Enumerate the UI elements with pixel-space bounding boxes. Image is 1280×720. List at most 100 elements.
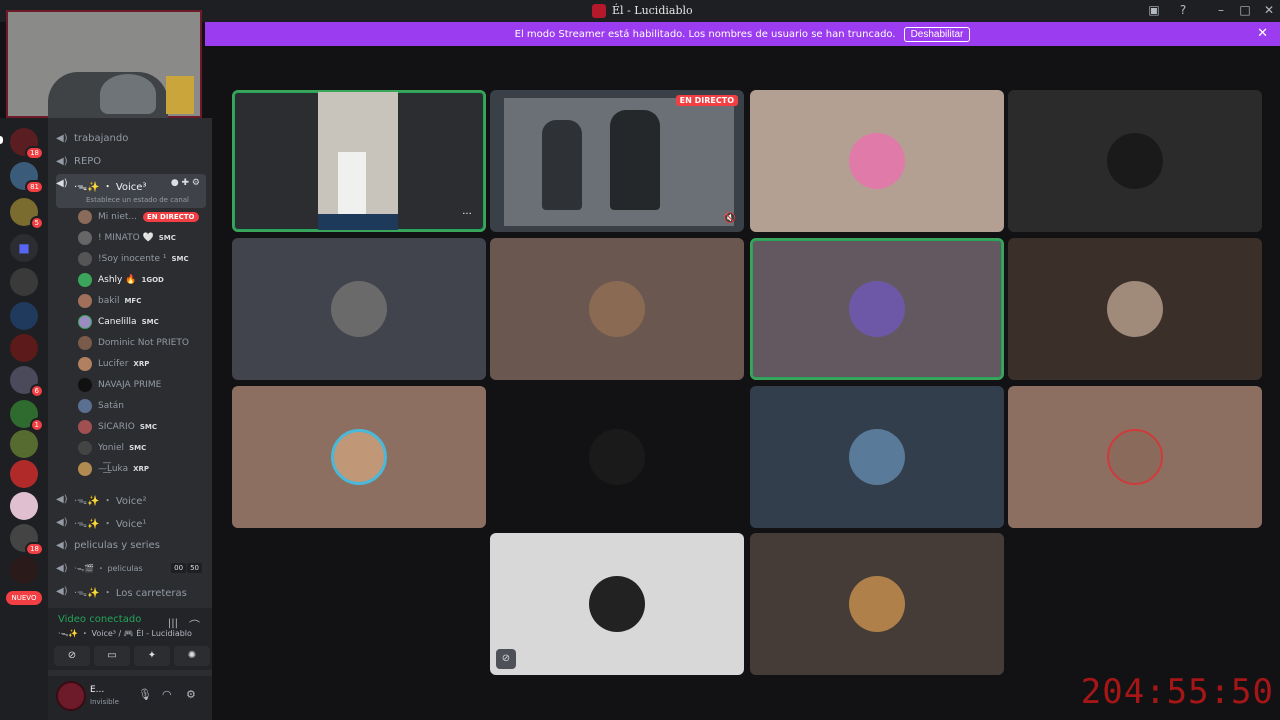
voice-member[interactable]: bakil MFC <box>78 291 208 311</box>
channel-name: ·ᯓ✨ ・ Voice³ <box>74 182 147 193</box>
voice-member[interactable]: Yoniel SMC <box>78 438 208 458</box>
channel-status[interactable]: Establece un estado de canal <box>86 196 189 204</box>
video-tile-avatar[interactable] <box>232 238 486 380</box>
video-tile-avatar[interactable] <box>1008 90 1262 232</box>
video-tile-avatar[interactable] <box>750 533 1004 675</box>
server-icon[interactable] <box>10 556 38 584</box>
server-icon[interactable]: 18 <box>10 524 44 556</box>
speaker-icon: ◀) <box>56 562 68 574</box>
voice-member[interactable]: Satán <box>78 396 208 416</box>
member-tag: XRP <box>133 465 150 473</box>
banner-message: El modo Streamer está habilitado. Los no… <box>514 28 896 40</box>
voice-member[interactable]: Canelilla SMC <box>78 312 208 332</box>
noise-suppression-icon[interactable]: ||| <box>168 618 178 629</box>
user-limit-badge: 00 50 <box>171 563 202 573</box>
avatar[interactable] <box>56 681 86 711</box>
video-tile-avatar[interactable]: ⊘ <box>490 533 744 675</box>
channel-name: REPO <box>74 155 102 167</box>
activities-button[interactable]: ✦ <box>134 646 170 666</box>
voice-channel[interactable]: ◀) REPO <box>56 151 206 171</box>
close-icon[interactable]: ✕ <box>1257 26 1268 41</box>
video-tile-avatar[interactable] <box>1008 238 1262 380</box>
help-icon[interactable]: ? <box>1173 3 1193 17</box>
disable-streamer-button[interactable]: Deshabilitar <box>903 26 971 42</box>
voice-channel[interactable]: ◀) ·ᯓ✨ ・ Voice¹ <box>56 512 206 532</box>
speaker-icon: ◀) <box>56 516 68 528</box>
video-tile-avatar[interactable] <box>750 90 1004 232</box>
voice-channel[interactable]: ◀) ·ᯓ✨ ・ Los carreteras <box>56 581 206 601</box>
speaker-icon: ◀) <box>56 155 68 167</box>
video-tile-camera[interactable]: ··· <box>232 90 486 232</box>
server-icon[interactable]: 6 <box>10 366 44 398</box>
voice-channel[interactable]: ◀) ·ᯓ✨ ・ Voice² <box>56 489 206 509</box>
speaker-icon: ◀) <box>56 178 68 189</box>
maximize-button[interactable]: □ <box>1235 3 1255 17</box>
channel-sidebar: ◀) trabajando ◀) REPO ◀) ·ᯓ✨ ・ Voice³ ● ✚ … <box>48 118 212 720</box>
connection-channel[interactable]: ·ᯓ✨ ・ Voice³ / 🎮 Él - Lucidiablo <box>58 628 192 639</box>
voice-channel-active[interactable]: ◀) ·ᯓ✨ ・ Voice³ ● ✚ ⚙ Establece un estad… <box>56 174 206 208</box>
inbox-icon[interactable]: ▣ <box>1144 3 1164 17</box>
voice-member[interactable]: Lucifer XRP <box>78 354 208 374</box>
webcam-overlay <box>6 10 202 120</box>
voice-member[interactable]: Ashly 🔥 1GOD <box>78 270 208 290</box>
screen-share-button[interactable]: ▭ <box>94 646 130 666</box>
voice-channel[interactable]: ◀) trabajando <box>56 128 206 148</box>
close-window-button[interactable]: ✕ <box>1259 3 1279 17</box>
video-tile-stream[interactable]: EN DIRECTO 🔇 <box>490 90 744 232</box>
server-icon[interactable] <box>10 492 38 520</box>
speaker-icon: ◀) <box>56 493 68 505</box>
voice-member[interactable]: !Soy inocente ¹ SMC <box>78 249 208 269</box>
channel-actions-icon[interactable]: ● ✚ ⚙ <box>171 178 200 188</box>
voice-connection-panel: Video conectado ·ᯓ✨ ・ Voice³ / 🎮 Él - Lu… <box>48 608 212 670</box>
member-tag: SMC <box>171 255 189 263</box>
voice-member[interactable]: Mi niet... EN DIRECTO <box>78 207 208 227</box>
server-icon[interactable] <box>10 302 38 330</box>
headset-icon[interactable]: ◠ <box>162 688 172 701</box>
disconnect-icon[interactable]: ⌒ <box>189 617 200 633</box>
folder-icon[interactable]: ■ <box>10 234 38 262</box>
member-tag: 1GOD <box>141 276 164 284</box>
avatar <box>331 281 387 337</box>
avatar <box>849 429 905 485</box>
gear-icon[interactable]: ⚙ <box>186 688 196 701</box>
soundboard-button[interactable]: ✺ <box>174 646 210 666</box>
more-options-button[interactable]: ··· <box>456 208 478 224</box>
server-icon[interactable] <box>10 268 38 296</box>
server-icon[interactable]: 1 <box>10 400 44 432</box>
server-icon[interactable] <box>10 430 38 458</box>
server-indicator <box>0 136 3 144</box>
member-tag: SMC <box>158 234 176 242</box>
stream-timer: 204:55:50 <box>1080 672 1274 712</box>
user-count: 00 <box>171 563 187 573</box>
video-tile-avatar[interactable] <box>490 238 744 380</box>
speaker-icon: ◀) <box>56 585 68 597</box>
video-tile-avatar[interactable] <box>490 386 744 528</box>
minimize-button[interactable]: – <box>1211 3 1231 17</box>
video-tile-avatar[interactable] <box>1008 386 1262 528</box>
voice-member[interactable]: NAVAJA PRIME <box>78 375 208 395</box>
server-icon[interactable] <box>10 460 38 488</box>
server-icon[interactable] <box>10 334 38 362</box>
live-tag: EN DIRECTO <box>675 95 738 106</box>
voice-member[interactable]: SICARIO SMC <box>78 417 208 437</box>
server-icon[interactable]: 81 <box>10 162 44 194</box>
voice-channel[interactable]: ◀) ·ᯓ🎬 ・ peliculas 00 50 <box>56 558 206 578</box>
video-tile-avatar[interactable] <box>232 386 486 528</box>
video-tile-avatar[interactable] <box>750 386 1004 528</box>
voice-member[interactable]: ! MINATO 🤍 SMC <box>78 228 208 248</box>
server-icon[interactable]: 5 <box>10 198 44 230</box>
channel-name: ·ᯓ✨ ・ Los carreteras <box>74 587 187 599</box>
server-icon[interactable]: 18 <box>10 128 44 160</box>
microphone-icon[interactable]: 🎙 <box>138 688 152 701</box>
avatar <box>1107 429 1163 485</box>
user-name[interactable]: E... <box>90 685 104 695</box>
new-badge[interactable]: NUEVO <box>6 591 42 605</box>
camera-chair <box>318 214 398 230</box>
video-tile-avatar[interactable] <box>750 238 1004 380</box>
voice-channel[interactable]: ◀) peliculas y series <box>56 535 206 555</box>
mute-stream-icon[interactable]: 🔇 <box>724 213 736 224</box>
voice-member[interactable]: Dominic Not PRIETO <box>78 333 208 353</box>
voice-member[interactable]: —͟͞Luka XRP <box>78 459 208 479</box>
member-name: SICARIO <box>98 422 135 432</box>
camera-off-button[interactable]: ⊘ <box>54 646 90 666</box>
